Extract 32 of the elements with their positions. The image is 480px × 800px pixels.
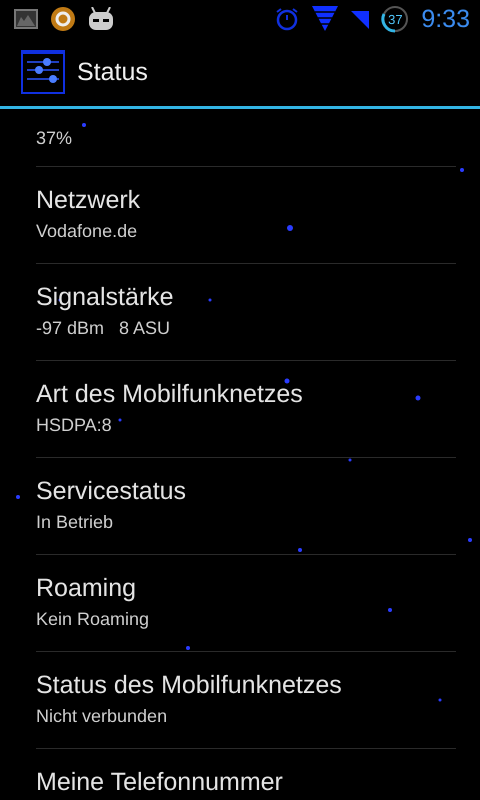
data-signal-icon bbox=[351, 8, 370, 30]
item-title: Netzwerk bbox=[36, 186, 140, 215]
status-item[interactable]: Servicestatus In Betrieb bbox=[36, 458, 456, 555]
status-item[interactable]: 37% bbox=[36, 109, 456, 167]
item-value: Kein Roaming bbox=[36, 608, 150, 631]
status-item[interactable]: Meine Telefonnummer bbox=[36, 749, 456, 800]
robot-icon bbox=[88, 7, 114, 31]
item-title: Roaming bbox=[36, 574, 136, 603]
item-title: Signalstärke bbox=[36, 283, 174, 312]
item-value: In Betrieb bbox=[36, 511, 114, 534]
item-value: 37% bbox=[36, 127, 72, 150]
settings-sliders-icon bbox=[21, 50, 65, 94]
status-item[interactable]: Roaming Kein Roaming bbox=[36, 555, 456, 652]
item-value: Nicht verbunden bbox=[36, 705, 168, 728]
clock: 9:33 bbox=[421, 4, 470, 34]
item-value: -97 dBm 8 ASU bbox=[36, 317, 170, 340]
status-item[interactable]: Signalstärke -97 dBm 8 ASU bbox=[36, 264, 456, 361]
item-value: Vodafone.de bbox=[36, 220, 138, 243]
item-title: Art des Mobilfunknetzes bbox=[36, 380, 303, 409]
status-item[interactable]: Netzwerk Vodafone.de bbox=[36, 167, 456, 264]
status-item[interactable]: Art des Mobilfunknetzes HSDPA:8 bbox=[36, 361, 456, 458]
image-icon bbox=[14, 9, 38, 29]
item-value: HSDPA:8 bbox=[36, 414, 112, 437]
battery-indicator: 37 bbox=[381, 5, 410, 33]
item-title: Meine Telefonnummer bbox=[36, 768, 283, 797]
item-title: Servicestatus bbox=[36, 477, 186, 506]
screen-title: Status bbox=[77, 58, 148, 86]
app-icon bbox=[50, 6, 76, 32]
item-title: Status des Mobilfunknetzes bbox=[36, 671, 342, 700]
status-item[interactable]: Status des Mobilfunknetzes Nicht verbunden bbox=[36, 652, 456, 749]
alarm-icon bbox=[275, 7, 300, 31]
signal-icon bbox=[311, 5, 340, 33]
